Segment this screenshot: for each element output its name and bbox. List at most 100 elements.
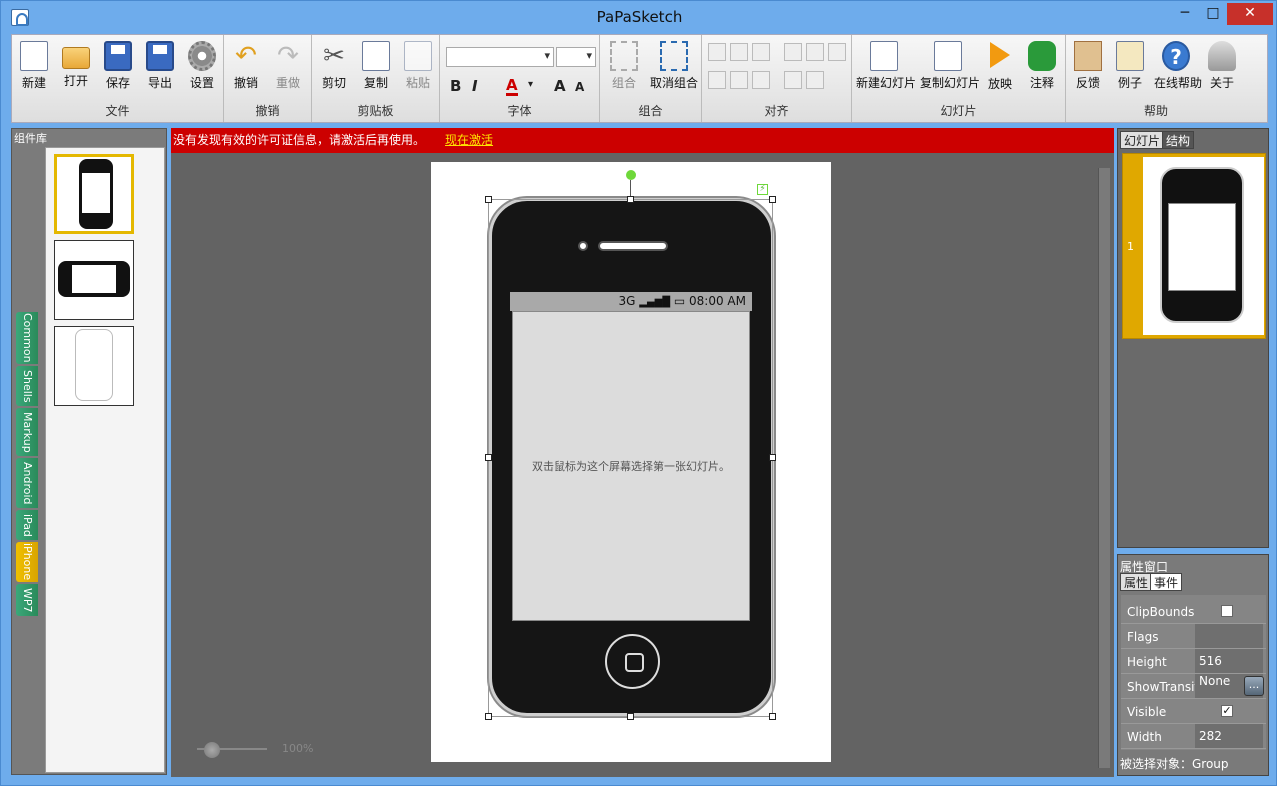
resize-handle-nw[interactable] <box>485 196 492 203</box>
feedback-button[interactable]: 反馈 <box>1068 39 1108 91</box>
distribute-v-icon[interactable] <box>806 43 824 61</box>
phone-screen[interactable]: 双击鼠标为这个屏幕选择第一张幻灯片。 <box>512 311 750 621</box>
tab-common[interactable]: Common <box>16 312 38 364</box>
tab-properties[interactable]: 属性 <box>1120 573 1153 591</box>
resize-handle-ne[interactable] <box>769 196 776 203</box>
undo-button[interactable]: ↶ 撤销 <box>226 39 266 91</box>
align-top-icon[interactable] <box>708 71 726 89</box>
rotate-handle[interactable] <box>626 170 636 180</box>
save-button[interactable]: 保存 <box>98 39 138 91</box>
design-canvas[interactable]: 没有发现有效的许可证信息，请激活后再使用。 现在激活 3G ▂▄▆█ ▭ 08:0… <box>171 128 1114 777</box>
shrink-font-button[interactable]: A <box>575 80 584 94</box>
height-value[interactable]: 516 <box>1195 649 1263 673</box>
center-icon[interactable] <box>806 71 824 89</box>
book-icon <box>1116 41 1144 71</box>
shell-iphone-white[interactable] <box>54 326 134 406</box>
align-bottom-icon[interactable] <box>752 71 770 89</box>
online-help-button[interactable]: ? 在线帮助 <box>1154 39 1202 91</box>
tab-markup[interactable]: Markup <box>16 408 38 456</box>
note-button[interactable]: 注释 <box>1022 39 1062 91</box>
redo-button[interactable]: ↷ 重做 <box>268 39 308 91</box>
about-button[interactable]: 关于 <box>1202 39 1242 91</box>
tab-android[interactable]: Android <box>16 458 38 508</box>
shell-iphone-black[interactable] <box>54 154 134 234</box>
ribbon: 新建 打开 保存 导出 设置 文件 ↶ 撤销 ↷ 重做 撤销 ✂ 剪切 复制 粘贴 剪… <box>11 34 1268 123</box>
iphone-thumb-icon <box>79 159 113 229</box>
font-color-button[interactable]: A <box>506 77 518 96</box>
speaker-icon <box>598 241 668 251</box>
new-button[interactable]: 新建 <box>14 39 54 91</box>
license-message: 没有发现有效的许可证信息，请激活后再使用。 <box>173 133 426 147</box>
battery-icon: ▭ <box>673 294 686 308</box>
maximize-button[interactable]: □ <box>1199 3 1227 25</box>
flags-value[interactable] <box>1195 624 1263 648</box>
resize-handle-s[interactable] <box>627 713 634 720</box>
signal-icon: ▂▄▆█ <box>639 297 671 308</box>
settings-button[interactable]: 设置 <box>182 39 222 91</box>
activate-link[interactable]: 现在激活 <box>445 133 493 147</box>
paste-button[interactable]: 粘贴 <box>398 39 438 91</box>
resize-handle-e[interactable] <box>769 454 776 461</box>
copy-slide-button[interactable]: 复制幻灯片 <box>920 39 980 91</box>
space-icon[interactable] <box>784 71 802 89</box>
slide-thumbnail[interactable]: 1 <box>1122 153 1266 339</box>
component-library-panel: 组件库 Common Shells Markup Android iPad iP… <box>11 128 167 775</box>
italic-button[interactable]: I <box>472 77 478 95</box>
resize-handle-se[interactable] <box>769 713 776 720</box>
undo-icon: ↶ <box>235 41 257 71</box>
align-center-icon[interactable] <box>730 43 748 61</box>
distribute-h-icon[interactable] <box>784 43 802 61</box>
bold-button[interactable]: B <box>450 77 461 95</box>
font-color-dropdown-icon[interactable]: ▾ <box>528 79 533 90</box>
gear-icon <box>188 41 216 71</box>
resize-handle-w[interactable] <box>485 454 492 461</box>
zoom-slider-knob[interactable] <box>204 742 220 758</box>
group-group: 组合 取消组合 组合 <box>600 35 702 122</box>
grow-font-button[interactable]: A <box>554 77 566 95</box>
ungroup-button[interactable]: 取消组合 <box>650 39 698 91</box>
copy-button[interactable]: 复制 <box>356 39 396 91</box>
save-icon <box>104 41 132 71</box>
shell-iphone-landscape[interactable] <box>54 240 134 320</box>
zoom-level: 100% <box>282 742 314 755</box>
resize-handle-sw[interactable] <box>485 713 492 720</box>
tab-shells[interactable]: Shells <box>16 366 38 406</box>
showtransit-edit-button[interactable]: ... <box>1244 676 1264 696</box>
minimize-button[interactable]: ─ <box>1171 3 1199 25</box>
resize-handle-n[interactable] <box>627 196 634 203</box>
slide-page[interactable]: 3G ▂▄▆█ ▭ 08:00 AM 双击鼠标为这个屏幕选择第一张幻灯片。 <box>431 162 831 762</box>
align-middle-icon[interactable] <box>730 71 748 89</box>
font-family-select[interactable] <box>446 47 554 67</box>
play-button[interactable]: 放映 <box>980 39 1020 91</box>
slides-panel: 幻灯片 结构 1 <box>1117 128 1269 548</box>
home-button[interactable] <box>605 634 660 689</box>
zoom-control: 100% <box>197 742 327 758</box>
canvas-scrollbar[interactable] <box>1098 168 1110 768</box>
tab-iphone[interactable]: iPhone <box>16 542 38 582</box>
align-right-icon[interactable] <box>752 43 770 61</box>
clipboard-group-label: 剪贴板 <box>357 104 394 118</box>
help-icon: ? <box>1162 41 1190 71</box>
tab-structure[interactable]: 结构 <box>1162 131 1195 149</box>
same-size-icon[interactable] <box>828 43 846 61</box>
open-button[interactable]: 打开 <box>56 39 96 91</box>
align-left-icon[interactable] <box>708 43 726 61</box>
app-window: PaPaSketch ─ □ ✕ 新建 打开 保存 导出 设置 文件 ↶ 撤销 ↷… <box>0 0 1277 786</box>
close-button[interactable]: ✕ <box>1227 3 1273 25</box>
tab-events[interactable]: 事件 <box>1150 573 1183 591</box>
iphone-shell[interactable]: 3G ▂▄▆█ ▭ 08:00 AM 双击鼠标为这个屏幕选择第一张幻灯片。 <box>489 198 774 716</box>
new-slide-button[interactable]: 新建幻灯片 <box>856 39 916 91</box>
about-icon <box>1208 41 1236 71</box>
group-button[interactable]: 组合 <box>604 39 644 91</box>
width-value[interactable]: 282 <box>1195 724 1263 748</box>
font-size-select[interactable] <box>556 47 596 67</box>
visible-checkbox[interactable]: ✓ <box>1221 705 1233 717</box>
export-button[interactable]: 导出 <box>140 39 180 91</box>
clipbounds-checkbox[interactable] <box>1221 605 1233 617</box>
example-button[interactable]: 例子 <box>1110 39 1150 91</box>
tab-slides[interactable]: 幻灯片 <box>1120 131 1165 149</box>
cut-button[interactable]: ✂ 剪切 <box>314 39 354 91</box>
tab-wp7[interactable]: WP7 <box>16 584 38 616</box>
tab-ipad[interactable]: iPad <box>16 510 38 540</box>
lightning-icon[interactable]: ⚡ <box>757 184 768 195</box>
